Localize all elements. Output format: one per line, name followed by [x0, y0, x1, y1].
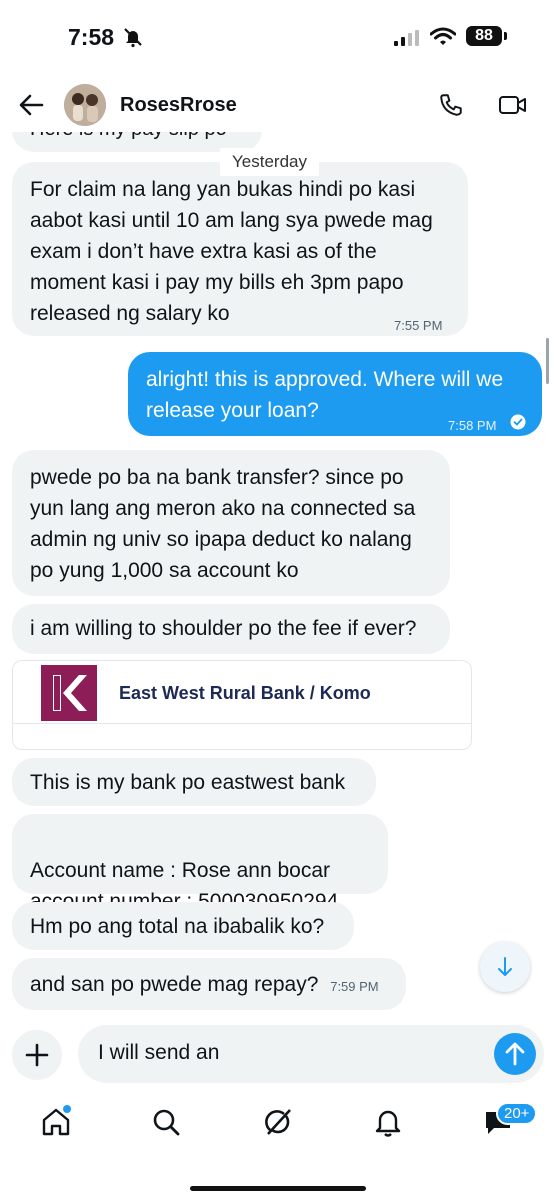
message-composer [78, 1025, 544, 1083]
send-button[interactable] [494, 1033, 536, 1075]
battery-indicator: 88 [466, 26, 502, 46]
message-bubble-incoming[interactable]: i am willing to shoulder po the fee if e… [12, 604, 450, 654]
message-timestamp: 7:55 PM [394, 318, 443, 333]
video-call-icon[interactable] [498, 93, 528, 122]
back-arrow-icon[interactable] [18, 92, 44, 123]
notifications-bell-icon[interactable] [372, 1106, 404, 1143]
bottom-tab-bar [0, 1096, 554, 1156]
message-input[interactable] [98, 1041, 478, 1065]
date-divider: Yesterday [220, 148, 319, 176]
message-bubble-outgoing[interactable]: alright! this is approved. Where will we… [128, 352, 542, 436]
message-timestamp: 7:59 PM [330, 979, 379, 994]
message-text: This is my bank po eastwest bank [30, 771, 346, 794]
grok-icon[interactable] [262, 1106, 294, 1143]
message-text: For claim na lang yan bukas hindi po kas… [30, 178, 433, 325]
scroll-to-bottom-button[interactable] [480, 942, 530, 992]
silent-bell-icon [122, 26, 144, 53]
message-bubble-incoming[interactable]: pwede po ba na bank transfer? since po y… [12, 450, 450, 596]
message-text: i am willing to shoulder po the fee if e… [30, 617, 417, 640]
read-check-icon [510, 408, 526, 439]
message-bubble-incoming[interactable]: This is my bank po eastwest bank [12, 758, 376, 806]
message-text: pwede po ba na bank transfer? since po y… [30, 466, 416, 582]
bank-logo [41, 665, 97, 721]
link-preview-card[interactable]: East West Rural Bank / Komo [12, 660, 472, 750]
contact-name[interactable]: RosesRrose [120, 94, 237, 117]
message-timestamp: 7:58 PM [448, 418, 497, 433]
link-preview-title[interactable]: East West Rural Bank / Komo [119, 683, 371, 704]
conversation-header: RosesRrose [0, 78, 554, 132]
message-text: and san po pwede mag repay? [30, 973, 319, 996]
avatar[interactable] [64, 84, 106, 126]
home-indicator [190, 1186, 366, 1191]
message-bubble-incoming[interactable]: Account name : Rose ann bocar account nu… [12, 814, 388, 913]
card-divider [13, 723, 471, 724]
message-bubble-incoming[interactable]: For claim na lang yan bukas hindi po kas… [12, 162, 468, 336]
wifi-icon [429, 27, 457, 52]
messages-badge: 20+ [496, 1102, 538, 1125]
message-bubble-incoming[interactable]: Hm po ang total na ibabalik ko? [12, 902, 354, 950]
home-notification-dot [62, 1104, 72, 1114]
scrollbar[interactable] [546, 338, 549, 384]
signal-icon [394, 30, 420, 51]
search-icon[interactable] [150, 1106, 182, 1143]
phone-call-icon[interactable] [438, 92, 464, 123]
battery-tip [504, 32, 507, 40]
message-text: Hm po ang total na ibabalik ko? [30, 915, 325, 938]
status-bar: 7:58 88 [0, 0, 554, 70]
message-bubble-incoming[interactable]: and san po pwede mag repay? 7:59 PM [12, 958, 406, 1010]
attach-plus-button[interactable] [12, 1030, 62, 1080]
status-time: 7:58 [68, 24, 115, 50]
